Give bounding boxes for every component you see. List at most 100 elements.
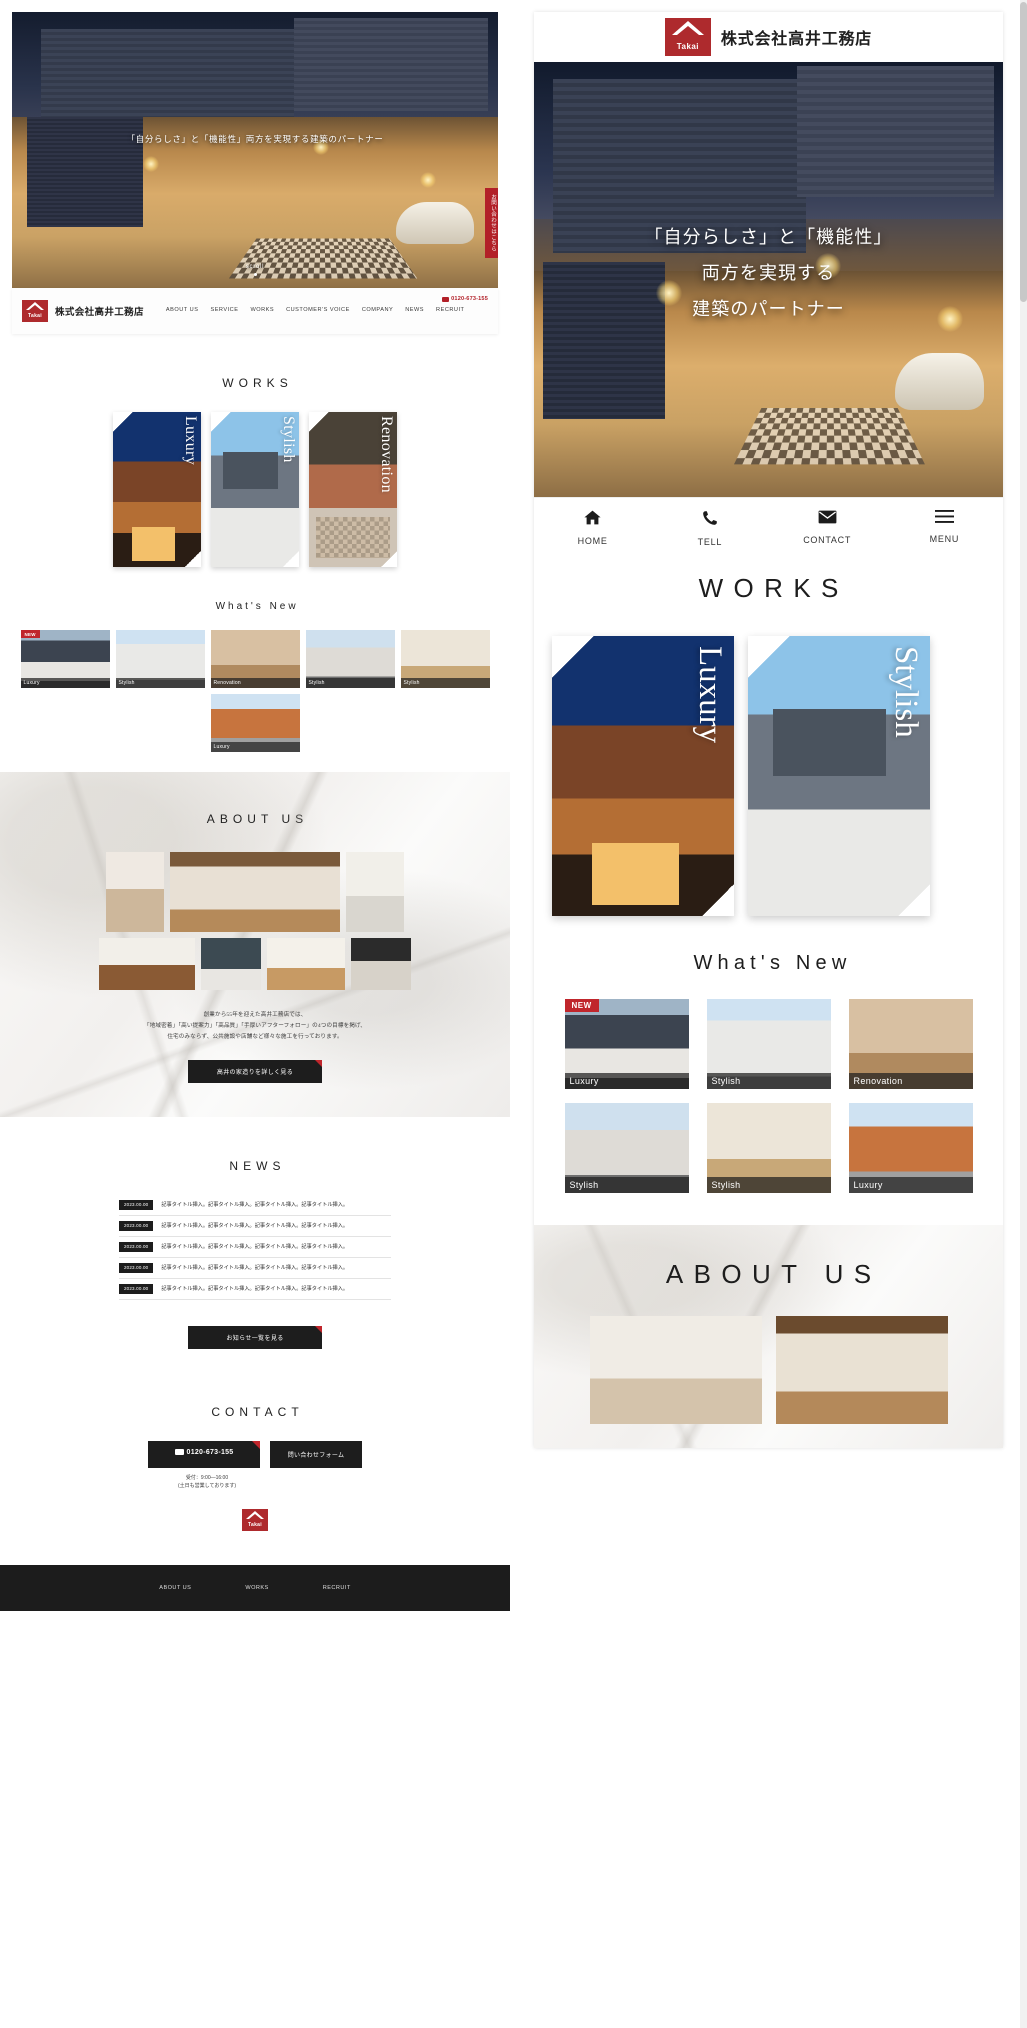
mobile-tab-menu[interactable]: MENU: [886, 498, 1003, 557]
nav-item-news[interactable]: NEWS: [405, 307, 424, 313]
work-card-stylish[interactable]: Stylish: [211, 412, 299, 567]
whats-new-item[interactable]: Stylish: [707, 1103, 831, 1193]
news-row[interactable]: 2023.00.00 記事タイトル挿入。記事タイトル挿入。記事タイトル挿入。記事…: [119, 1216, 391, 1237]
logo-wordmark: Takai: [677, 42, 699, 51]
nav-item-customers-voice[interactable]: CUSTOMER'S VOICE: [286, 307, 350, 313]
whats-new-item[interactable]: Stylish: [306, 630, 395, 688]
hero-banner: 「自分らしさ」と「機能性」両方を実現する建築のパートナー scroll お問い合…: [12, 12, 498, 288]
whats-new-item[interactable]: Renovation: [849, 999, 973, 1089]
about-photo[interactable]: [590, 1316, 762, 1424]
card-corner-top: [211, 412, 232, 433]
company-logo-icon[interactable]: Takai: [22, 300, 48, 322]
about-photo[interactable]: [351, 938, 411, 990]
whats-new-item[interactable]: Luxury: [211, 694, 300, 752]
contact-side-tab[interactable]: お問い合わせはこちら: [485, 188, 498, 258]
news-row[interactable]: 2023.00.00 記事タイトル挿入。記事タイトル挿入。記事タイトル挿入。記事…: [119, 1195, 391, 1216]
whats-new-item[interactable]: Stylish: [116, 630, 205, 688]
work-card-label: Stylish: [887, 646, 924, 738]
nav-item-recruit[interactable]: RECRUIT: [436, 307, 464, 313]
nav-item-company[interactable]: COMPANY: [362, 307, 393, 313]
news-list-button[interactable]: お知らせ一覧を見る: [188, 1326, 322, 1349]
company-name: 株式会社高井工務店: [721, 25, 872, 49]
page-scrollbar[interactable]: [1020, 0, 1027, 2028]
whats-new-item[interactable]: NEW Luxury: [21, 630, 110, 688]
works-card-list: Luxury Stylish Renovation: [0, 412, 510, 567]
freedial-icon: [442, 297, 449, 302]
about-gallery-row-2: [0, 938, 510, 990]
nav-item-service[interactable]: SERVICE: [210, 307, 238, 313]
desktop-nav: ABOUT US SERVICE WORKS CUSTOMER'S VOICE …: [166, 307, 465, 315]
mobile-tab-home[interactable]: HOME: [534, 498, 651, 557]
news-row[interactable]: 2023.00.00 記事タイトル挿入。記事タイトル挿入。記事タイトル挿入。記事…: [119, 1237, 391, 1258]
mobile-preview-panel: Takai 株式会社高井工務店 「自分らしさ」と「機能性」 両方を実現する 建築…: [510, 0, 1027, 2028]
card-corner-bottom: [701, 883, 734, 916]
mobile-about-us-section: ABOUT US: [534, 1225, 1003, 1448]
about-more-button[interactable]: 高井の家造りを詳しく見る: [188, 1060, 322, 1083]
about-photo[interactable]: [106, 852, 164, 932]
work-card-luxury[interactable]: Luxury: [552, 636, 734, 916]
mobile-works-carousel[interactable]: Luxury Stylish: [534, 626, 1003, 936]
hamburger-icon: [886, 510, 1003, 527]
works-section: WORKS Luxury Stylish Renovation: [0, 334, 510, 567]
mobile-tab-tell[interactable]: TELL: [651, 498, 768, 557]
whats-new-item[interactable]: Luxury: [849, 1103, 973, 1193]
about-photo[interactable]: [346, 852, 404, 932]
work-card-renovation[interactable]: Renovation: [309, 412, 397, 567]
hero-sports-car: [396, 202, 474, 243]
about-photo[interactable]: [170, 852, 340, 932]
about-description: 創業から55年を迎えた高井工務店では、 「地域密着」「高い提案力」「高品質」「手…: [0, 1010, 510, 1044]
works-title: WORKS: [534, 573, 1003, 604]
nav-item-works[interactable]: WORKS: [250, 307, 274, 313]
about-photo[interactable]: [776, 1316, 948, 1424]
news-row[interactable]: 2023.00.00 記事タイトル挿入。記事タイトル挿入。記事タイトル挿入。記事…: [119, 1279, 391, 1300]
nav-item-about-us[interactable]: ABOUT US: [166, 307, 199, 313]
mobile-tab-label: CONTACT: [769, 535, 886, 545]
work-card-stylish[interactable]: Stylish: [748, 636, 930, 916]
news-date: 2023.00.00: [119, 1284, 153, 1294]
whats-new-grid: NEW Luxury Stylish Renovation Stylish St…: [0, 630, 510, 752]
contact-phone-button[interactable]: 0120-673-155: [148, 1441, 260, 1468]
whats-new-item[interactable]: Stylish: [565, 1103, 689, 1193]
contact-hours: 受付：9:00—16:00 (土日も営業しております): [0, 1474, 414, 1491]
footer-logo-icon[interactable]: Takai: [242, 1509, 268, 1531]
hero-building-right: [797, 66, 994, 197]
whats-new-item[interactable]: Stylish: [401, 630, 490, 688]
contact-phone-number: 0120-673-155: [187, 1449, 234, 1456]
about-photo[interactable]: [267, 938, 345, 990]
whats-new-item[interactable]: Renovation: [211, 630, 300, 688]
news-row[interactable]: 2023.00.00 記事タイトル挿入。記事タイトル挿入。記事タイトル挿入。記事…: [119, 1258, 391, 1279]
mail-icon: [769, 510, 886, 528]
contact-title: CONTACT: [0, 1405, 510, 1419]
about-us-title: ABOUT US: [0, 812, 510, 826]
news-headline: 記事タイトル挿入。記事タイトル挿入。記事タイトル挿入。記事タイトル挿入。: [161, 1285, 348, 1292]
contact-hours-line-2: (土日も営業しております): [0, 1482, 414, 1491]
header-phone[interactable]: 0120-673-155: [442, 296, 488, 302]
news-headline: 記事タイトル挿入。記事タイトル挿入。記事タイトル挿入。記事タイトル挿入。: [161, 1222, 348, 1229]
hero-catchcopy-line-3: 建築のパートナー: [534, 291, 1003, 327]
contact-hours-line-1: 受付：9:00—16:00: [0, 1474, 414, 1483]
work-card-luxury[interactable]: Luxury: [113, 412, 201, 567]
whats-new-item[interactable]: Stylish: [707, 999, 831, 1089]
contact-form-button[interactable]: 問い合わせフォーム: [270, 1441, 362, 1468]
news-headline: 記事タイトル挿入。記事タイトル挿入。記事タイトル挿入。記事タイトル挿入。: [161, 1264, 348, 1271]
work-card-label: Renovation: [377, 416, 395, 493]
company-logo-icon[interactable]: Takai: [665, 18, 711, 56]
hero-catchcopy-line-1: 「自分らしさ」と「機能性」: [534, 219, 1003, 255]
footer-link-works[interactable]: WORKS: [245, 1585, 268, 1591]
scrollbar-thumb[interactable]: [1020, 2, 1027, 302]
whats-new-title: What's New: [534, 952, 1003, 975]
whats-new-caption: Stylish: [401, 678, 490, 688]
phone-icon: [651, 510, 768, 530]
work-card-label: Luxury: [181, 416, 199, 465]
logo-wordmark: Takai: [248, 1522, 262, 1528]
whats-new-item[interactable]: NEW Luxury: [565, 999, 689, 1089]
freedial-icon: [175, 1449, 184, 1455]
footer-link-recruit[interactable]: RECRUIT: [323, 1585, 351, 1591]
about-photo[interactable]: [201, 938, 261, 990]
scroll-indicator: scroll: [12, 264, 498, 276]
news-headline: 記事タイトル挿入。記事タイトル挿入。記事タイトル挿入。記事タイトル挿入。: [161, 1243, 348, 1250]
footer-link-about-us[interactable]: ABOUT US: [159, 1585, 191, 1591]
about-photo[interactable]: [99, 938, 195, 990]
about-description-line-2: 「地域密着」「高い提案力」「高品質」「手厚いアフターフォロー」の4つの目標を掲げ…: [0, 1021, 510, 1032]
mobile-tab-contact[interactable]: CONTACT: [769, 498, 886, 557]
